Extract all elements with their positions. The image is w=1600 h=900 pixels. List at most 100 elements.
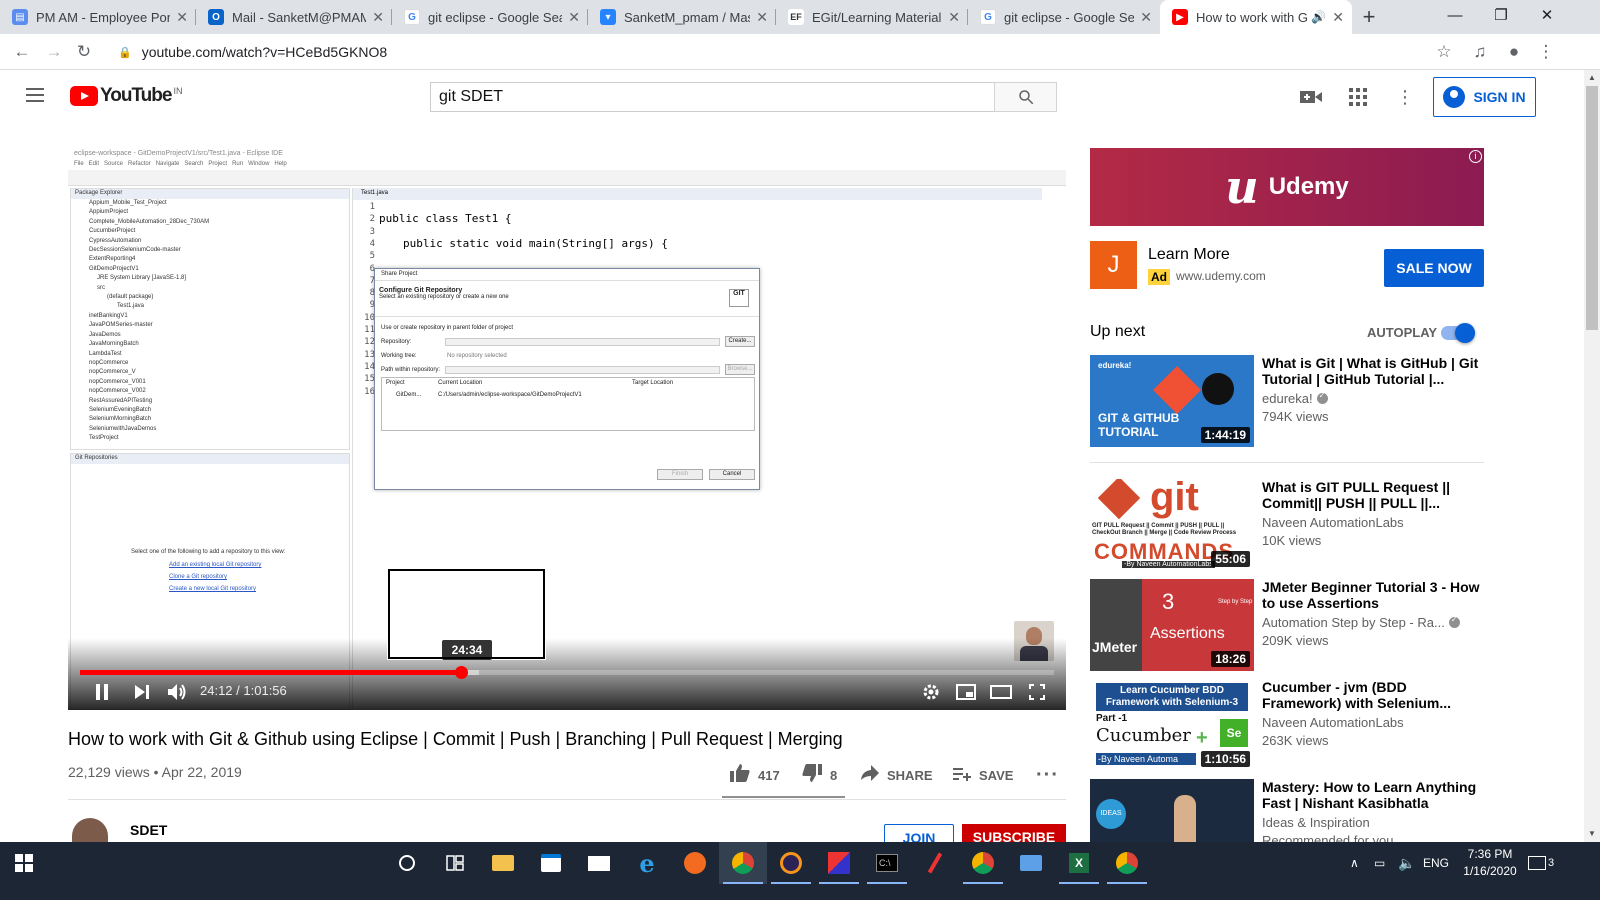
- video-thumbnail[interactable]: git GIT PULL Request || Commit || PUSH |…: [1090, 479, 1254, 571]
- scrollbar-thumb[interactable]: [1586, 86, 1598, 330]
- apps-grid-icon[interactable]: [1346, 85, 1370, 109]
- video-thumbnail[interactable]: Learn Cucumber BDD Framework with Seleni…: [1090, 679, 1254, 771]
- reload-icon[interactable]: ↻: [70, 38, 98, 66]
- taskbar-mail[interactable]: [575, 842, 623, 884]
- rec-title[interactable]: Mastery: How to Learn Anything Fast | Ni…: [1262, 779, 1484, 811]
- like-button[interactable]: 417: [730, 763, 780, 786]
- next-button[interactable]: [130, 681, 154, 703]
- profile-icon[interactable]: ●: [1500, 38, 1528, 66]
- scroll-up-icon[interactable]: ▲: [1584, 70, 1600, 86]
- tab-close-icon[interactable]: ✕: [756, 9, 768, 26]
- taskbar-store[interactable]: [527, 842, 575, 884]
- recommendation-item[interactable]: git GIT PULL Request || Commit || PUSH |…: [1090, 479, 1484, 573]
- channel-name[interactable]: SDET: [130, 822, 167, 838]
- scrubber-handle[interactable]: [454, 666, 468, 679]
- dislike-button[interactable]: 8: [802, 763, 837, 786]
- video-player[interactable]: eclipse-workspace - GitDemoProjectV1/src…: [68, 148, 1066, 710]
- browser-tab-youtube[interactable]: ▶ How to work with Gi 🔊 ✕: [1160, 0, 1352, 34]
- tab-close-icon[interactable]: ✕: [1140, 9, 1152, 26]
- taskbar-app-orange[interactable]: [671, 842, 719, 884]
- restore-icon[interactable]: ❐: [1478, 0, 1524, 30]
- action-center-button[interactable]: 3: [1528, 842, 1554, 884]
- mute-button[interactable]: [166, 681, 190, 703]
- system-clock[interactable]: 7:36 PM 1/16/2020: [1456, 846, 1524, 880]
- save-button[interactable]: SAVE: [953, 764, 1013, 786]
- tab-close-icon[interactable]: ✕: [372, 9, 384, 26]
- tab-close-icon[interactable]: ✕: [568, 9, 580, 26]
- video-thumbnail[interactable]: IDEAS: [1090, 779, 1254, 842]
- share-button[interactable]: SHARE: [861, 764, 933, 786]
- create-video-icon[interactable]: [1299, 85, 1323, 109]
- ad-cta-title[interactable]: Learn More: [1148, 246, 1230, 264]
- guide-menu-icon[interactable]: [26, 88, 44, 102]
- browser-tab-mail[interactable]: O Mail - SanketM@PMAM. ✕: [196, 0, 392, 34]
- taskbar-eclipse[interactable]: [767, 842, 815, 884]
- search-input[interactable]: git SDET: [430, 82, 995, 112]
- browser-tab-bitbucket[interactable]: ▾ SanketM_pmam / Maste ✕: [588, 0, 776, 34]
- rec-title[interactable]: JMeter Beginner Tutorial 3 - How to use …: [1262, 579, 1484, 611]
- network-icon[interactable]: ▭: [1374, 842, 1385, 884]
- minimize-icon[interactable]: —: [1432, 0, 1478, 30]
- subscribe-button[interactable]: SUBSCRIBE: [962, 824, 1066, 842]
- settings-more-icon[interactable]: ⋮: [1393, 85, 1417, 109]
- input-language[interactable]: ENG: [1423, 842, 1449, 884]
- browser-tab-employee-portal[interactable]: ▤ PM AM - Employee Porta ✕: [0, 0, 196, 34]
- volume-tray-icon[interactable]: 🔈: [1398, 842, 1415, 884]
- taskbar-excel[interactable]: X: [1055, 842, 1103, 884]
- tab-close-icon[interactable]: ✕: [176, 9, 188, 26]
- chrome-menu-icon[interactable]: ⋮: [1532, 38, 1560, 66]
- task-view-button[interactable]: [431, 842, 479, 884]
- cortana-search-button[interactable]: [383, 842, 431, 884]
- rec-title[interactable]: What is GIT PULL Request || Commit|| PUS…: [1262, 479, 1484, 511]
- sale-now-button[interactable]: SALE NOW: [1384, 249, 1484, 287]
- browser-tab-google-search-2[interactable]: G git eclipse - Google Sear ✕: [968, 0, 1160, 34]
- address-bar[interactable]: 🔒 youtube.com/watch?v=HCeBd5GKNO8: [108, 36, 1478, 68]
- taskbar-command-prompt[interactable]: C:\: [863, 842, 911, 884]
- recommendation-item[interactable]: JMeter 3 Assertions Step by Step 18:26 J…: [1090, 579, 1484, 673]
- taskbar-app-window[interactable]: [1007, 842, 1055, 884]
- recommendation-item[interactable]: IDEAS Mastery: How to Learn Anything Fas…: [1090, 779, 1484, 842]
- video-thumbnail[interactable]: edureka! GIT & GITHUB TUTORIAL 1:44:19: [1090, 355, 1254, 447]
- youtube-logo[interactable]: YouTube IN: [70, 86, 182, 106]
- page-scrollbar[interactable]: ▲ ▼: [1584, 70, 1600, 842]
- browser-tab-google-search[interactable]: G git eclipse - Google Sear ✕: [392, 0, 588, 34]
- taskbar-chrome-3[interactable]: [1103, 842, 1151, 884]
- fullscreen-button[interactable]: [1026, 681, 1048, 703]
- show-hidden-icons[interactable]: ∧: [1350, 842, 1359, 884]
- back-icon[interactable]: ←: [8, 38, 36, 66]
- new-tab-button[interactable]: +: [1352, 0, 1386, 34]
- video-thumbnail[interactable]: JMeter 3 Assertions Step by Step 18:26: [1090, 579, 1254, 671]
- taskbar-app-pen[interactable]: [911, 842, 959, 884]
- sign-in-button[interactable]: SIGN IN: [1433, 77, 1536, 117]
- taskbar-chrome-2[interactable]: [959, 842, 1007, 884]
- window-close-icon[interactable]: ✕: [1524, 0, 1570, 30]
- bookmark-star-icon[interactable]: ☆: [1430, 38, 1458, 66]
- pause-button[interactable]: [90, 681, 114, 703]
- rec-title[interactable]: What is Git | What is GitHub | Git Tutor…: [1262, 355, 1484, 387]
- settings-button[interactable]: [920, 681, 942, 703]
- more-actions-icon[interactable]: ···: [1036, 764, 1059, 786]
- search-button[interactable]: [994, 82, 1057, 112]
- tab-close-icon[interactable]: ✕: [948, 9, 960, 26]
- audio-playing-icon[interactable]: 🔊: [1311, 10, 1326, 24]
- rec-title[interactable]: Cucumber - jvm (BDD Framework) with Sele…: [1262, 679, 1484, 711]
- media-control-icon[interactable]: ♫: [1466, 38, 1494, 66]
- miniplayer-button[interactable]: [955, 681, 977, 703]
- taskbar-internet-explorer[interactable]: e: [623, 842, 671, 884]
- windows-start-button[interactable]: [0, 842, 48, 884]
- channel-avatar[interactable]: [72, 818, 108, 842]
- scroll-down-icon[interactable]: ▼: [1584, 826, 1600, 842]
- taskbar-chrome-active[interactable]: [719, 842, 767, 884]
- progress-bar[interactable]: [80, 666, 1054, 679]
- taskbar-app-multicolor[interactable]: [815, 842, 863, 884]
- recommendation-item[interactable]: Learn Cucumber BDD Framework with Seleni…: [1090, 679, 1484, 773]
- forward-icon[interactable]: →: [40, 38, 68, 66]
- udemy-ad-banner[interactable]: u Udemy: [1090, 148, 1484, 226]
- ad-info-icon[interactable]: i: [1469, 150, 1482, 163]
- theater-mode-button[interactable]: [990, 681, 1012, 703]
- recommendation-item[interactable]: edureka! GIT & GITHUB TUTORIAL 1:44:19 W…: [1090, 355, 1484, 449]
- taskbar-file-explorer[interactable]: [479, 842, 527, 884]
- browser-tab-egit[interactable]: EF EGit/Learning Material - ✕: [776, 0, 968, 34]
- autoplay-toggle[interactable]: [1441, 323, 1475, 343]
- join-button[interactable]: JOIN: [884, 824, 954, 842]
